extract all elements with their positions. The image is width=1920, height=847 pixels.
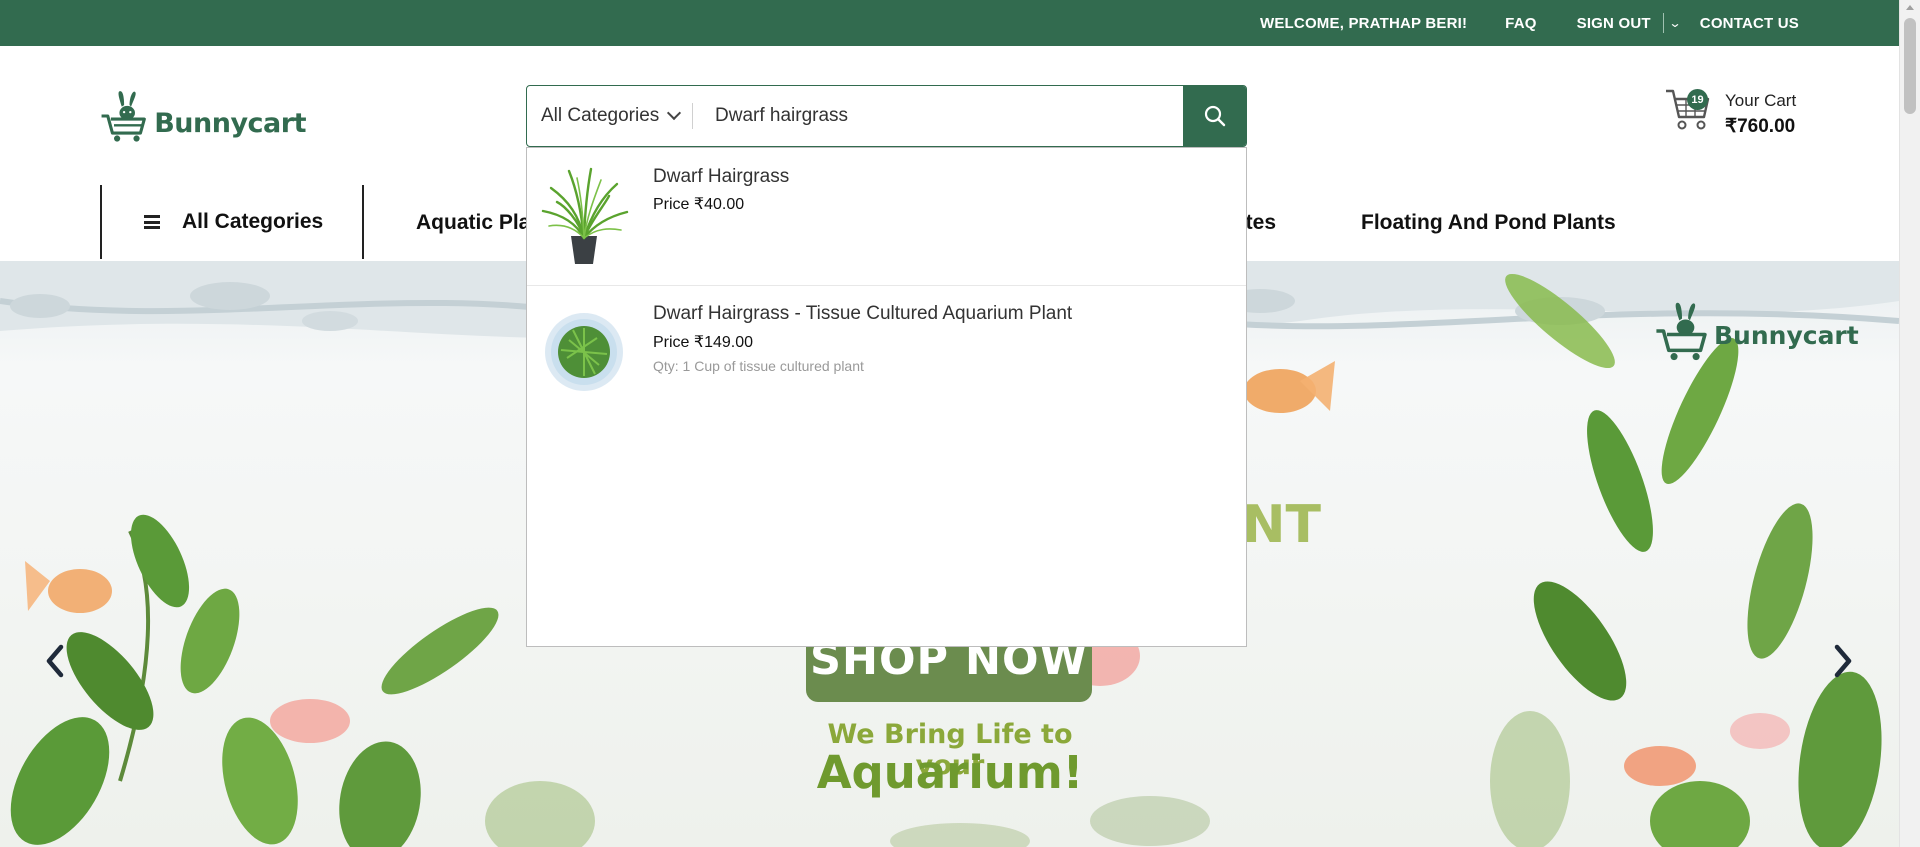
mini-cart[interactable]: 19 Your Cart ₹760.00	[1664, 85, 1804, 145]
all-categories-label: All Categories	[182, 210, 324, 233]
search-input[interactable]	[693, 86, 1183, 146]
nav-item-floating-and-pond-plants[interactable]: Floating And Pond Plants	[1361, 211, 1616, 235]
top-links: WELCOME, PRATHAP BERI! FAQ SIGN OUT ⌄ CO…	[1260, 0, 1799, 46]
hero-tagline-emphasis: Aquarium!	[816, 746, 1084, 799]
all-categories-menu[interactable]: All Categories	[100, 185, 364, 259]
carousel-next-button[interactable]	[1828, 641, 1858, 681]
category-select[interactable]: All Categories	[527, 86, 693, 146]
cart-label: Your Cart	[1725, 91, 1797, 110]
menu-icon	[144, 215, 160, 229]
search-bar: All Categories	[526, 85, 1247, 147]
product-thumbnail	[541, 167, 629, 264]
suggestion-name: Dwarf Hairgrass	[653, 166, 790, 187]
bunny-cart-logo-icon	[101, 91, 146, 142]
hero-logo-text: Bunnycart	[1714, 320, 1859, 350]
divider	[1662, 13, 1664, 33]
page-scrollbar[interactable]	[1899, 0, 1920, 847]
contact-us-link[interactable]: CONTACT US	[1700, 15, 1799, 32]
top-bar: WELCOME, PRATHAP BERI! FAQ SIGN OUT ⌄ CO…	[0, 0, 1899, 46]
suggestion-price: Price ₹40.00	[653, 196, 745, 213]
suggestion-price: Price ₹149.00	[653, 334, 754, 351]
chevron-right-icon	[1834, 644, 1852, 678]
suggestion-item[interactable]: Dwarf Hairgrass - Tissue Cultured Aquari…	[527, 286, 1246, 406]
category-select-label: All Categories	[541, 105, 660, 126]
search-icon	[1204, 105, 1225, 127]
nav-item-aquatic-plants[interactable]: Aquatic Pla	[416, 211, 530, 235]
chevron-left-icon	[46, 644, 64, 678]
welcome-link[interactable]: WELCOME, PRATHAP BERI!	[1260, 15, 1467, 32]
suggestion-qty: Qty: 1 Cup of tissue cultured plant	[653, 358, 864, 374]
chevron-down-icon[interactable]: ⌄	[1668, 16, 1681, 30]
page: WELCOME, PRATHAP BERI! FAQ SIGN OUT ⌄ CO…	[0, 0, 1920, 847]
product-thumbnail	[545, 313, 623, 391]
bunny-cart-logo-icon	[1656, 302, 1707, 361]
carousel-prev-button[interactable]	[40, 641, 70, 681]
sign-out-link[interactable]: SIGN OUT	[1577, 15, 1651, 32]
chevron-down-icon	[667, 105, 682, 121]
search-button[interactable]	[1183, 86, 1246, 146]
suggestion-name: Dwarf Hairgrass - Tissue Cultured Aquari…	[653, 303, 1073, 324]
faq-link[interactable]: FAQ	[1505, 15, 1536, 32]
cart-total: ₹760.00	[1725, 116, 1796, 137]
hero-logo: Bunnycart	[1654, 301, 1859, 361]
scrollbar-thumb[interactable]	[1904, 18, 1916, 114]
cart-count-badge: 19	[1687, 89, 1708, 110]
suggestion-item[interactable]: Dwarf Hairgrass Price ₹40.00	[527, 148, 1246, 286]
hero-faded-text: NT	[1242, 495, 1321, 555]
scroll-up-icon[interactable]	[1906, 5, 1914, 10]
search-suggestions: Dwarf Hairgrass Price ₹40.00 Dwarf Hairg…	[526, 147, 1247, 647]
logo[interactable]: Bunnycart	[100, 82, 306, 150]
logo-text: Bunnycart	[154, 107, 306, 139]
